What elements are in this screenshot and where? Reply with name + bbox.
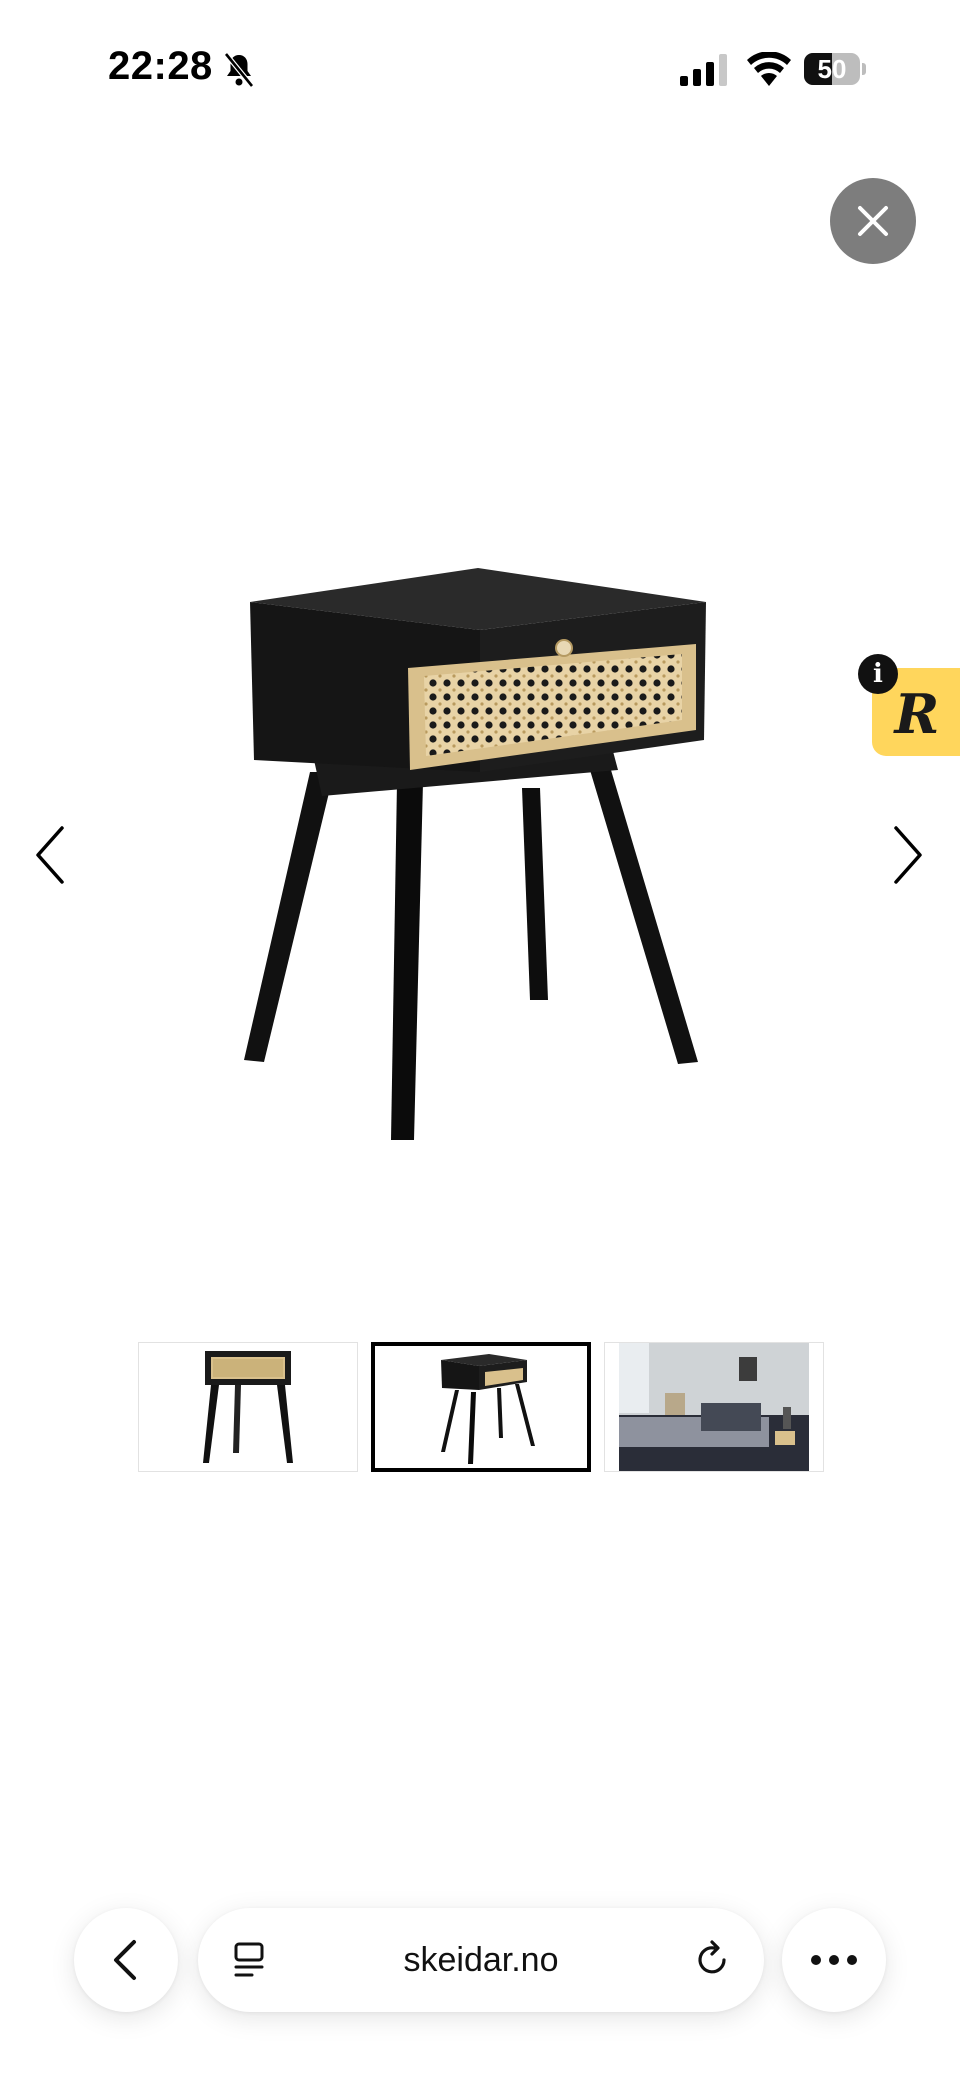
chevron-left-icon[interactable]: [28, 820, 72, 890]
chevron-right-icon[interactable]: [886, 820, 930, 890]
page-menu-icon[interactable]: [228, 1938, 272, 1982]
battery-level: 50: [817, 54, 847, 84]
close-button[interactable]: [830, 178, 916, 264]
thumbnail-1[interactable]: [138, 1342, 358, 1472]
back-button[interactable]: [74, 1908, 178, 2012]
thumbnail-2[interactable]: [371, 1342, 591, 1472]
thumbnail-2-image: [441, 1354, 535, 1464]
product-image: [244, 568, 706, 1140]
thumbnail-3-image: [619, 1343, 809, 1471]
battery-indicator: 50: [804, 53, 866, 85]
widget-logo: R: [894, 682, 940, 746]
thumbnail-3[interactable]: [604, 1342, 824, 1472]
wifi-icon: [747, 52, 791, 86]
screen: 22:28 50 R i skeidar.no: [0, 0, 960, 2086]
info-icon[interactable]: i: [858, 654, 898, 694]
status-time: 22:28: [108, 44, 213, 88]
cellular-signal-icon: [680, 54, 727, 86]
more-button[interactable]: [782, 1908, 886, 2012]
chevron-left-icon: [114, 1940, 136, 1980]
bell-slash-icon: [224, 52, 254, 88]
thumbnail-1-image: [203, 1351, 293, 1463]
address-bar[interactable]: skeidar.no: [198, 1908, 764, 2012]
close-icon: [858, 206, 888, 236]
browser-toolbar: skeidar.no: [0, 1880, 960, 2040]
url-text[interactable]: skeidar.no: [288, 1908, 674, 2012]
more-icon: [811, 1955, 857, 1965]
reload-icon[interactable]: [690, 1938, 734, 1982]
thumbnail-strip: [138, 1342, 824, 1472]
